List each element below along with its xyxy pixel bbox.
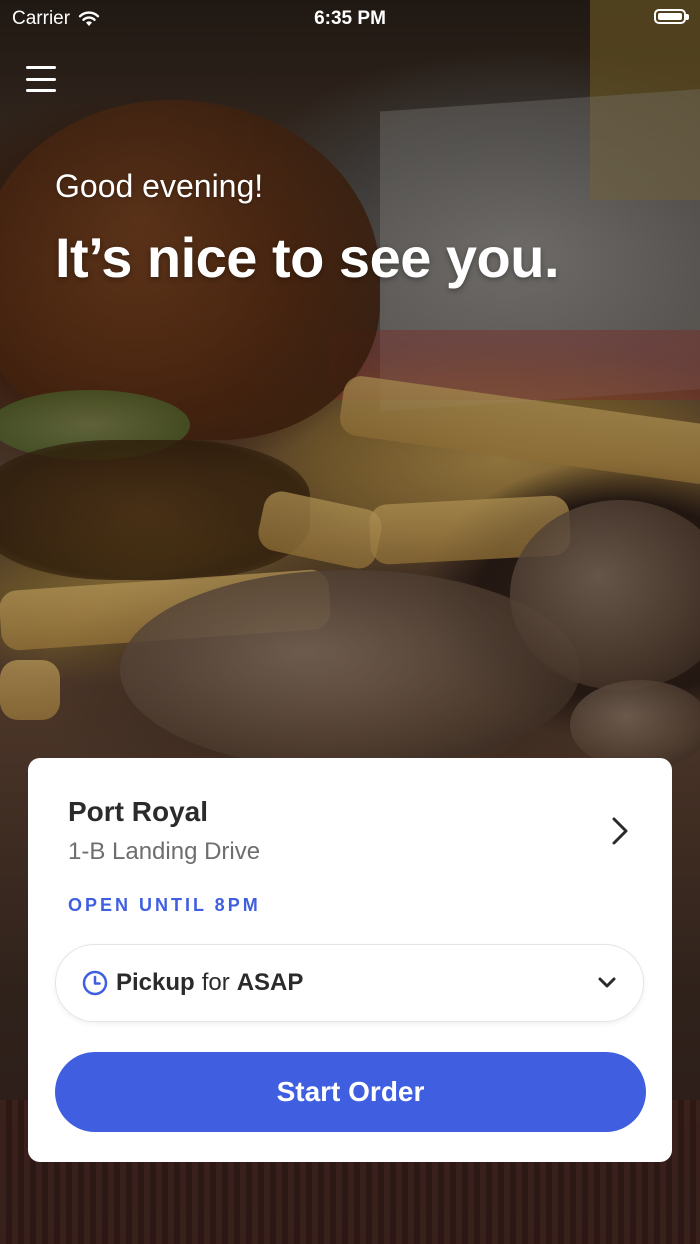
clock-time: 6:35 PM <box>314 8 386 29</box>
start-order-button[interactable]: Start Order <box>55 1052 646 1132</box>
clock-icon <box>82 970 108 996</box>
status-bar: Carrier 6:35 PM <box>0 0 700 36</box>
order-mode-label: Pickup <box>116 969 195 996</box>
order-mode-connector: for <box>201 969 230 996</box>
chevron-down-icon <box>598 977 616 988</box>
battery-icon <box>654 9 689 24</box>
welcome-headline: It’s nice to see you. <box>55 226 560 289</box>
order-mode-dropdown[interactable]: Pickup for ASAP <box>55 944 644 1022</box>
location-name: Port Royal <box>68 796 209 827</box>
order-card: Port Royal 1-B Landing Drive OPEN UNTIL … <box>28 758 672 1162</box>
hamburger-menu-icon[interactable] <box>26 66 56 92</box>
location-address: 1-B Landing Drive <box>68 838 261 865</box>
location-selector[interactable]: Port Royal 1-B Landing Drive <box>68 796 642 876</box>
greeting-text: Good evening! <box>55 168 264 204</box>
hours-status: OPEN UNTIL 8PM <box>68 895 261 915</box>
chevron-right-icon <box>612 817 628 845</box>
order-time-label: ASAP <box>236 969 304 996</box>
